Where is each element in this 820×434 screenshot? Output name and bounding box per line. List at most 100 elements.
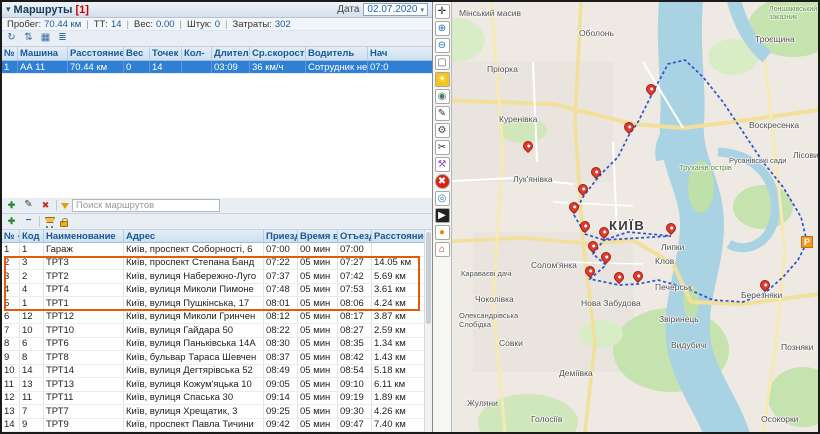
record-icon[interactable]: ● bbox=[434, 225, 450, 240]
column-header-8[interactable]: Расстояние bbox=[372, 230, 432, 242]
column-header-9[interactable]: Водитель bbox=[306, 47, 368, 60]
column-header-8[interactable]: Ср.скорость bbox=[250, 47, 306, 60]
date-input[interactable]: 02.07.2020 ▾ bbox=[363, 3, 428, 16]
column-header-3[interactable]: Наименование bbox=[44, 230, 124, 242]
scrollbar-thumb[interactable] bbox=[426, 232, 431, 324]
cell: 09:47 bbox=[338, 418, 372, 431]
delete-icon[interactable]: ✖ bbox=[434, 174, 450, 189]
cell: 1.89 км bbox=[374, 392, 406, 404]
sort-icon[interactable]: ⇅ bbox=[22, 32, 35, 45]
map-marker-pin[interactable] bbox=[621, 119, 637, 135]
point-row[interactable]: 12 11 ТРТ11 Київ, вулиця Спаська 30 09:14 05 … bbox=[2, 391, 432, 405]
route-row[interactable]: 1 АА 11 70.44 км 0 14 03:09 36 км/ч Сотрудник н… bbox=[2, 61, 432, 74]
column-header-1[interactable]: №▲ bbox=[2, 230, 20, 242]
point-row[interactable]: 2 3 ТРТ3 Київ, проспект Степана Банд 07:22 05… bbox=[2, 256, 432, 270]
point-row[interactable]: 3 2 ТРТ2 Київ, вулиця Набережно-Луго 07:37 05… bbox=[2, 270, 432, 284]
cell: Київ, вулиця Спаська 30 bbox=[124, 391, 264, 404]
cell: 14 bbox=[150, 61, 182, 73]
map-marker-pin[interactable] bbox=[598, 249, 614, 265]
map-marker-pin[interactable] bbox=[588, 164, 604, 180]
select-area-icon[interactable]: ▢ bbox=[434, 55, 450, 70]
home-icon[interactable]: ⌂ bbox=[434, 242, 450, 257]
point-row[interactable]: 6 12 ТРТ12 Київ, вулиця Миколи Гринчен 08:12… bbox=[2, 310, 432, 324]
lock-icon[interactable] bbox=[60, 217, 68, 227]
cell: 4 bbox=[20, 283, 44, 296]
edit-icon[interactable]: ✎ bbox=[22, 199, 35, 212]
column-header-3[interactable]: Расстояние bbox=[68, 47, 124, 60]
points-scrollbar[interactable] bbox=[424, 230, 432, 432]
point-row[interactable]: 1 1 Гараж Київ, проспект Соборності, 6 07:00… bbox=[2, 243, 432, 257]
filter-funnel-icon[interactable] bbox=[61, 202, 69, 209]
calendar-dropdown-icon[interactable]: ▾ bbox=[420, 6, 424, 14]
point-row[interactable]: 8 6 ТРТ6 Київ, вулиця Паньківська 14А 08:30 0… bbox=[2, 337, 432, 351]
marker-icon[interactable]: ◎ bbox=[434, 191, 450, 206]
map-marker-pin[interactable] bbox=[643, 81, 659, 97]
cell: 9 bbox=[2, 351, 20, 364]
plus-icon[interactable]: ✚ bbox=[5, 215, 18, 228]
play-icon[interactable]: ▶ bbox=[434, 208, 450, 223]
parking-marker[interactable]: P bbox=[801, 236, 813, 248]
add-icon[interactable]: ✚ bbox=[5, 199, 18, 212]
minus-icon[interactable]: − bbox=[22, 215, 35, 228]
column-header-1[interactable]: № bbox=[2, 47, 18, 60]
map-place-label: Труханів острів bbox=[679, 163, 732, 172]
pencil-icon[interactable]: ✎ bbox=[434, 106, 450, 121]
map-marker-pin[interactable] bbox=[630, 268, 646, 284]
point-row[interactable]: 11 13 ТРТ13 Київ, вулиця Кожум'яцька 10 09:0… bbox=[2, 378, 432, 392]
map-marker-pin[interactable] bbox=[757, 277, 773, 293]
collapse-icon[interactable]: ▾ bbox=[6, 4, 11, 15]
eye-icon[interactable]: ◉ bbox=[434, 89, 450, 104]
map-marker-pin[interactable] bbox=[575, 181, 591, 197]
point-row[interactable]: 5 1 ТРТ1 Київ, вулиця Пушкінська, 17 08:01 05… bbox=[2, 297, 432, 311]
column-header-2[interactable]: Машина bbox=[18, 47, 68, 60]
column-header-4[interactable]: Вес bbox=[124, 47, 150, 60]
point-row[interactable]: 7 10 ТРТ10 Київ, вулиця Гайдара 50 08:22 05 м… bbox=[2, 324, 432, 338]
point-row[interactable]: 4 4 ТРТ4 Київ, вулиця Миколи Пимоне 07:48 05 … bbox=[2, 283, 432, 297]
map-marker-pin[interactable] bbox=[663, 220, 679, 236]
cell: 05 мин bbox=[298, 391, 338, 404]
map-place-label: Чоколівка bbox=[475, 294, 514, 304]
point-row[interactable]: 14 9 ТРТ9 Київ, проспект Павла Тичини 09:42 0… bbox=[2, 418, 432, 432]
gear-icon[interactable]: ⚙ bbox=[434, 123, 450, 138]
column-header-6[interactable]: Кол- bbox=[182, 47, 212, 60]
columns-icon[interactable]: ▦ bbox=[39, 32, 52, 45]
map-marker-pin[interactable] bbox=[520, 138, 536, 154]
map-marker-pin[interactable] bbox=[582, 263, 598, 279]
cell: 7 bbox=[20, 405, 44, 418]
sun-icon[interactable]: ☀ bbox=[434, 72, 450, 87]
cell: ТРТ3 bbox=[44, 256, 124, 269]
map-marker-pin[interactable] bbox=[585, 238, 601, 254]
map-marker-pin[interactable] bbox=[577, 218, 593, 234]
zoom-out-icon[interactable]: ⊖ bbox=[434, 38, 450, 53]
cell: 14 bbox=[2, 418, 20, 431]
delete-icon[interactable]: ✖ bbox=[39, 199, 52, 212]
column-header-5[interactable]: Приезд bbox=[264, 230, 298, 242]
zoom-in-icon[interactable]: ⊕ bbox=[434, 21, 450, 36]
scissors-icon[interactable]: ✂ bbox=[434, 140, 450, 155]
map-marker-pin[interactable] bbox=[566, 199, 582, 215]
cart-icon[interactable] bbox=[44, 216, 56, 228]
pan-icon[interactable]: ✛ bbox=[434, 4, 450, 19]
column-header-7[interactable]: Отъезд bbox=[338, 230, 372, 242]
column-header-7[interactable]: Длител bbox=[212, 47, 250, 60]
cell: Київ, вулиця Дегтярівська 52 bbox=[124, 364, 264, 377]
column-header-5[interactable]: Точек bbox=[150, 47, 182, 60]
column-header-6[interactable]: Время в bbox=[298, 230, 338, 242]
search-input[interactable] bbox=[72, 199, 220, 212]
point-row[interactable]: 13 7 ТРТ7 Київ, вулиця Хрещатик, 3 09:25 05 м… bbox=[2, 405, 432, 419]
point-row[interactable]: 10 14 ТРТ14 Київ, вулиця Дегтярівська 52 08:… bbox=[2, 364, 432, 378]
map-marker-pin[interactable] bbox=[596, 224, 612, 240]
column-header-4[interactable]: Адрес bbox=[124, 230, 264, 242]
pin-icon bbox=[575, 181, 591, 197]
cell: ТРТ12 bbox=[44, 310, 124, 323]
cell: 08:49 bbox=[264, 364, 298, 377]
point-row[interactable]: 9 8 ТРТ8 Київ, бульвар Тараса Шевчен 08:37 05… bbox=[2, 351, 432, 365]
tools-icon[interactable]: ⚒ bbox=[434, 157, 450, 172]
refresh-icon[interactable]: ↻ bbox=[5, 32, 18, 45]
map-marker-pin[interactable] bbox=[611, 269, 627, 285]
map-panel[interactable]: Мінський масив Оболонь Троєщина Лоншаківськ… bbox=[433, 2, 818, 432]
column-header-2[interactable]: Код bbox=[20, 230, 44, 242]
menu-icon[interactable]: ≣ bbox=[56, 32, 69, 45]
cell: ТРТ10 bbox=[44, 324, 124, 337]
column-header-10[interactable]: Нач bbox=[368, 47, 432, 60]
